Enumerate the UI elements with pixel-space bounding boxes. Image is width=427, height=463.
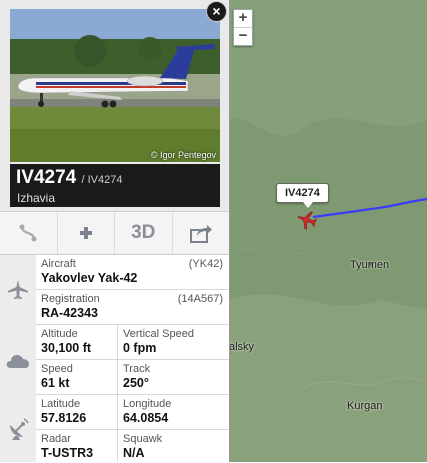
route-icon xyxy=(19,224,37,242)
altitude-value: 30,100 ft xyxy=(41,341,92,355)
share-icon xyxy=(189,225,212,243)
registration-value: RA-42343 xyxy=(41,306,98,320)
speed-cell: Speed 61 kt xyxy=(36,360,117,395)
zoom-in-button[interactable]: + xyxy=(234,10,252,27)
flight-info-panel: © Igor Pentegov IV4274 / IV4274 Izhavia … xyxy=(0,0,230,463)
altitude-label: Altitude xyxy=(41,328,78,340)
radar-value: T-USTR3 xyxy=(41,446,94,460)
cloud-icon xyxy=(6,355,29,368)
callsign-banner: IV4274 / IV4274 Izhavia xyxy=(10,164,220,207)
longitude-cell: Longitude 64.0854 xyxy=(117,395,229,430)
aircraft-row: Aircraft Yakovlev Yak-42 (YK42) xyxy=(36,255,229,290)
speed-label: Speed xyxy=(41,363,73,375)
share-button[interactable] xyxy=(173,212,230,254)
aircraft-photo-section: © Igor Pentegov IV4274 / IV4274 Izhavia xyxy=(0,0,229,212)
close-panel-button[interactable]: × xyxy=(206,1,227,22)
airline-name: Izhavia xyxy=(17,191,56,205)
callsign-primary: IV4274 xyxy=(16,167,77,188)
aircraft-marker-icon[interactable] xyxy=(296,209,318,231)
squawk-value: N/A xyxy=(123,446,145,460)
collapse-arrows-icon xyxy=(77,225,94,241)
vertical-speed-cell: Vertical Speed 0 fpm xyxy=(117,325,229,360)
squawk-cell: Squawk N/A xyxy=(117,430,229,462)
callsign: IV4274 / IV4274 xyxy=(16,167,123,189)
flight-label[interactable]: IV4274 xyxy=(276,183,329,208)
flight-track-line xyxy=(312,197,427,219)
aircraft-value: Yakovlev Yak-42 xyxy=(41,271,138,285)
panel-action-bar: 3D xyxy=(0,212,229,255)
longitude-value: 64.0854 xyxy=(123,411,169,425)
center-aircraft-button[interactable] xyxy=(58,212,115,254)
speed-value: 61 kt xyxy=(41,376,70,390)
track-label: Track xyxy=(123,363,151,375)
zoom-out-button[interactable]: − xyxy=(234,27,252,45)
hex-code: (14A567) xyxy=(177,293,223,305)
squawk-label: Squawk xyxy=(123,433,163,445)
satellite-dish-icon xyxy=(10,417,29,440)
radar-group xyxy=(0,395,36,463)
city-label-tyumen: Tyumen xyxy=(350,259,390,271)
city-label-kurgan: Kurgan xyxy=(347,400,383,412)
aircraft-photo[interactable]: © Igor Pentegov xyxy=(10,9,220,162)
route-button[interactable] xyxy=(0,212,58,254)
photo-credit: © Igor Pentegov xyxy=(150,150,216,160)
aircraft-type-code: (YK42) xyxy=(188,258,223,270)
longitude-label: Longitude xyxy=(123,398,172,410)
aircraft-group xyxy=(0,255,36,326)
view-3d-button[interactable]: 3D xyxy=(115,212,173,254)
latitude-value: 57.8126 xyxy=(41,411,87,425)
plane-icon xyxy=(8,280,28,300)
track-cell: Track 250° xyxy=(117,360,229,395)
latitude-cell: Latitude 57.8126 xyxy=(36,395,117,430)
vertical-speed-label: Vertical Speed xyxy=(123,328,194,340)
radar-cell: Radar T-USTR3 xyxy=(36,430,117,462)
latitude-label: Latitude xyxy=(41,398,81,410)
vertical-speed-value: 0 fpm xyxy=(123,341,157,355)
radar-label: Radar xyxy=(41,433,71,445)
track-value: 250° xyxy=(123,376,149,390)
altitude-cell: Altitude 30,100 ft xyxy=(36,325,117,360)
zoom-control: + − xyxy=(233,9,253,46)
callsign-secondary: / IV4274 xyxy=(81,174,123,186)
city-label-partial: alsky xyxy=(229,341,255,353)
registration-row: Registration RA-42343 (14A567) xyxy=(36,290,229,325)
weather-group xyxy=(0,325,36,396)
